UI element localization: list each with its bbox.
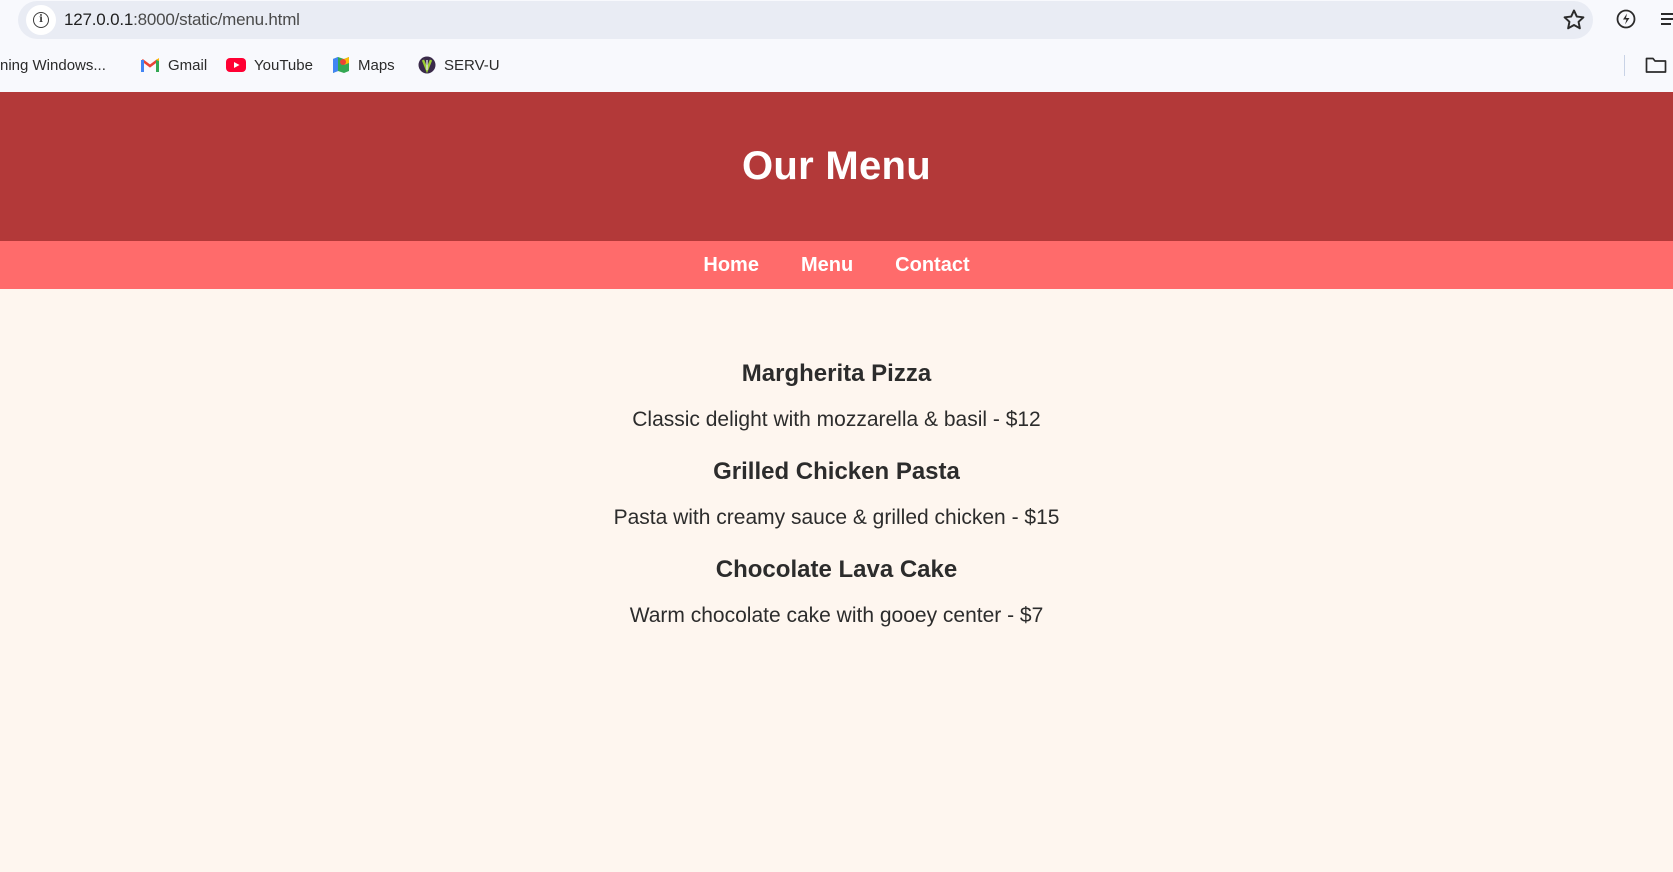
youtube-icon (226, 58, 246, 72)
menu-item-name: Grilled Chicken Pasta (713, 458, 960, 485)
bookmark-windows[interactable]: ning Windows... (0, 50, 106, 80)
bookmark-maps[interactable]: Maps (332, 50, 395, 80)
extension-icon[interactable] (1614, 7, 1638, 31)
site-header: Our Menu (0, 92, 1673, 241)
site-info-button[interactable]: i (26, 5, 56, 35)
menu-item: Grilled Chicken Pasta Pasta with creamy … (0, 458, 1673, 556)
bookmark-label: Gmail (168, 56, 208, 74)
bookmarks-bar: ning Windows... Gmail YouTube Maps SERV-… (0, 50, 1673, 80)
nav-link-contact[interactable]: Contact (895, 254, 969, 277)
site-nav: Home Menu Contact (0, 241, 1673, 289)
bookmark-servu[interactable]: SERV-U (418, 50, 500, 80)
bookmarks-divider (1624, 55, 1625, 76)
nav-link-home[interactable]: Home (703, 254, 759, 277)
bookmark-label: SERV-U (444, 56, 500, 74)
reading-list-icon[interactable] (1660, 10, 1673, 28)
url-text[interactable]: 127.0.0.1:8000/static/menu.html (64, 10, 300, 30)
browser-chrome: i 127.0.0.1:8000/static/menu.html ning W… (0, 0, 1673, 92)
bookmark-star-icon[interactable] (1561, 7, 1587, 33)
maps-icon (333, 57, 349, 73)
bookmark-gmail[interactable]: Gmail (140, 50, 207, 80)
bookmark-youtube[interactable]: YouTube (226, 50, 313, 80)
menu-item: Margherita Pizza Classic delight with mo… (0, 360, 1673, 458)
folder-icon[interactable] (1645, 56, 1667, 74)
menu-item: Chocolate Lava Cake Warm chocolate cake … (0, 556, 1673, 654)
info-icon: i (33, 12, 49, 28)
bookmark-label: ning Windows... (0, 56, 106, 74)
bookmark-label: YouTube (254, 56, 313, 74)
gmail-icon (141, 58, 159, 72)
menu-item-description: Classic delight with mozzarella & basil … (632, 408, 1041, 431)
servu-icon (418, 56, 436, 74)
page: Our Menu Home Menu Contact Margherita Pi… (0, 92, 1673, 872)
menu-list: Margherita Pizza Classic delight with mo… (0, 289, 1673, 654)
menu-item-description: Pasta with creamy sauce & grilled chicke… (613, 506, 1060, 529)
address-bar[interactable]: i 127.0.0.1:8000/static/menu.html (18, 1, 1593, 39)
menu-item-description: Warm chocolate cake with gooey center - … (629, 604, 1044, 627)
nav-link-menu[interactable]: Menu (801, 254, 853, 277)
url-host: 127.0.0.1 (64, 10, 134, 29)
menu-item-name: Margherita Pizza (741, 360, 932, 387)
url-path: :8000/static/menu.html (133, 10, 300, 29)
menu-item-name: Chocolate Lava Cake (715, 556, 958, 583)
page-title: Our Menu (741, 144, 932, 188)
bookmark-label: Maps (358, 56, 395, 74)
